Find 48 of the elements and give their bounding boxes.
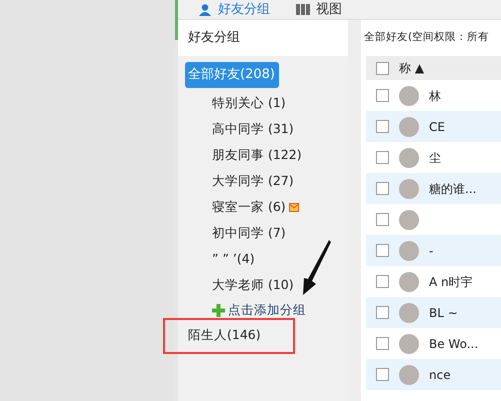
friend-name: 糖的谁... — [429, 180, 476, 198]
checkbox[interactable] — [376, 182, 389, 195]
friend-name: BL ~ — [429, 304, 458, 322]
group-item[interactable]: 初中同学 (7) — [185, 220, 290, 246]
avatar-icon — [399, 334, 419, 354]
avatar-icon — [399, 116, 419, 136]
plus-icon — [212, 304, 225, 316]
checkbox[interactable] — [376, 368, 389, 381]
friend-name: A n时宇 — [429, 274, 473, 290]
friend-name: Be Wo... — [429, 336, 478, 352]
checkbox[interactable] — [376, 337, 389, 350]
friend-name: CE — [429, 118, 445, 136]
group-item[interactable]: ” ” ’(4) — [185, 246, 259, 272]
avatar-icon — [399, 240, 419, 260]
checkbox[interactable] — [376, 89, 389, 102]
friend-name: 林 — [429, 88, 441, 104]
column-header[interactable]: 称 ▲ — [399, 59, 424, 77]
grid-icon — [296, 4, 310, 15]
avatar-icon — [399, 272, 419, 292]
toolbar-tab[interactable]: 好友分组 — [198, 3, 270, 16]
group-item[interactable]: 陌生人(146) — [185, 322, 261, 348]
checkbox[interactable] — [376, 213, 389, 226]
person-icon — [198, 4, 212, 16]
envelope-icon — [288, 202, 299, 212]
group-item[interactable]: 寝室一家 (6) — [185, 194, 303, 220]
checkbox[interactable] — [376, 120, 389, 133]
avatar-icon — [399, 302, 419, 322]
avatar-icon — [399, 210, 419, 230]
toolbar-tab[interactable]: 视图 — [296, 3, 342, 16]
panel-title: 好友分组 — [178, 20, 348, 56]
checkbox[interactable] — [376, 244, 389, 257]
group-item[interactable]: 朋友同事 (122) — [185, 142, 306, 168]
friend-name: nce — [429, 366, 451, 384]
avatar-icon — [399, 364, 419, 384]
add-group-link[interactable]: 点击添加分组 — [212, 301, 306, 319]
friend-name: - — [429, 242, 434, 260]
group-item[interactable]: 特别关心 (1) — [185, 90, 290, 116]
friend-name: 尘 — [429, 150, 441, 166]
avatar-icon — [399, 178, 419, 198]
group-item[interactable]: 大学同学 (27) — [185, 168, 298, 194]
avatar-icon — [399, 86, 419, 106]
group-item[interactable]: 高中同学 (31) — [185, 116, 298, 142]
checkbox[interactable] — [376, 275, 389, 288]
checkbox[interactable] — [376, 306, 389, 319]
avatar-icon — [399, 148, 419, 168]
checkbox[interactable] — [376, 151, 389, 164]
group-item[interactable]: 大学老师 (10) — [185, 272, 298, 298]
checkbox[interactable] — [376, 62, 389, 74]
